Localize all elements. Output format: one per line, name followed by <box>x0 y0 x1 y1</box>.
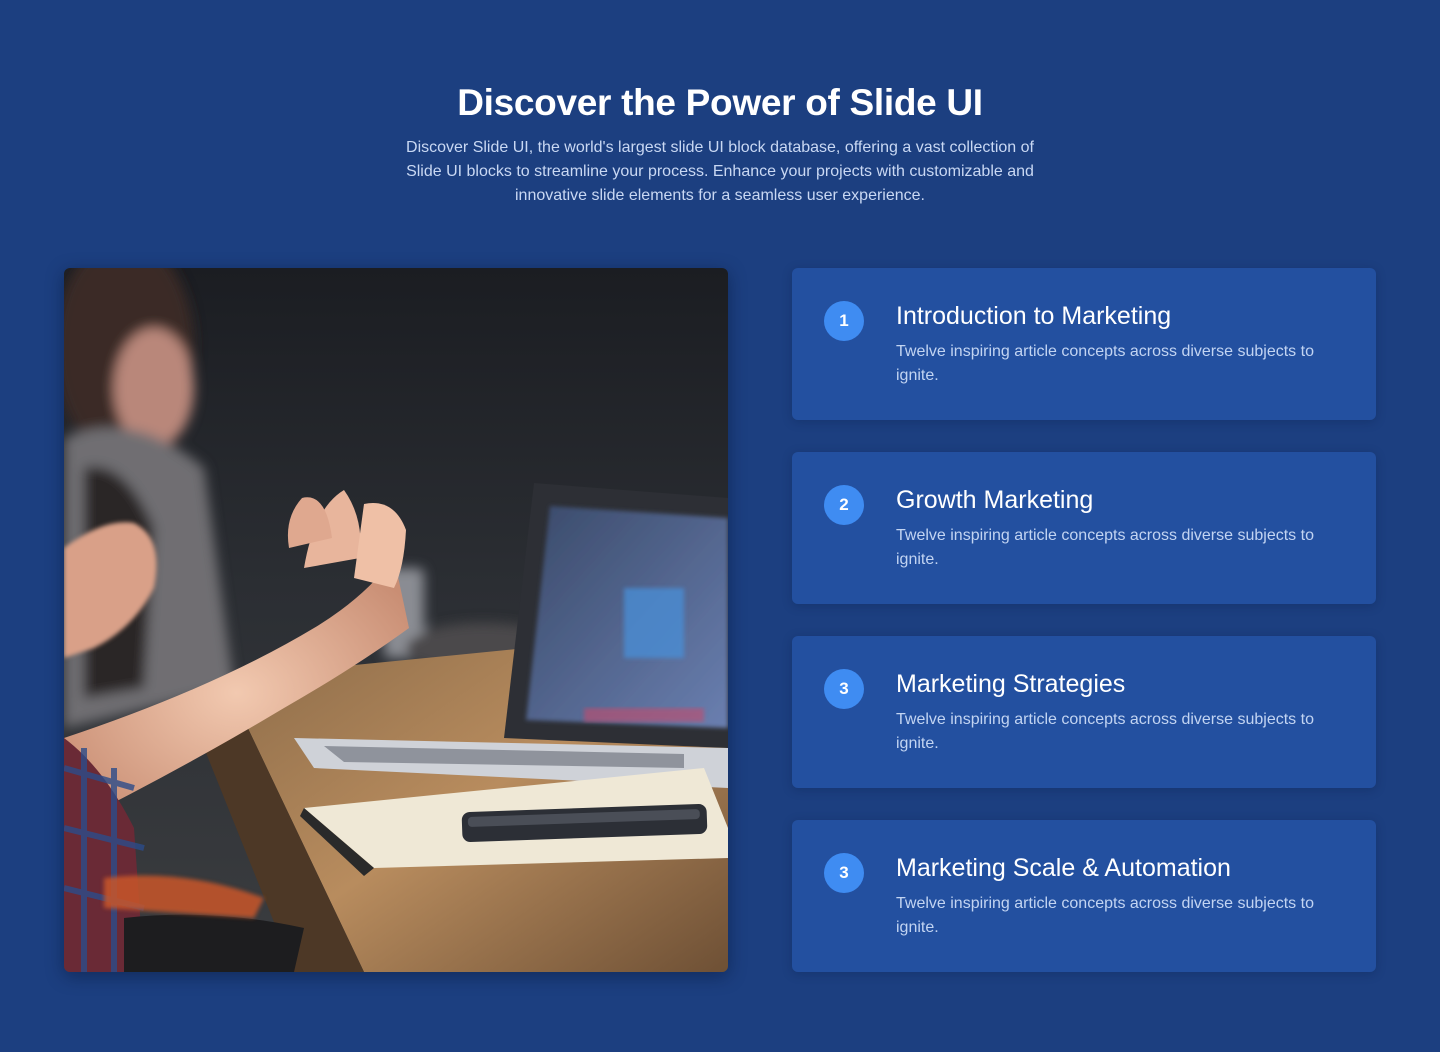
feature-title: Growth Marketing <box>896 486 1094 514</box>
step-number-badge: 2 <box>824 485 864 525</box>
feature-card[interactable]: 1 Introduction to Marketing Twelve inspi… <box>792 268 1376 420</box>
page-title: Discover the Power of Slide UI <box>457 82 983 123</box>
page-description: Discover Slide UI, the world's largest s… <box>406 139 1034 204</box>
meeting-photo-illustration <box>64 268 728 972</box>
meeting-photo <box>64 268 728 972</box>
step-number-badge: 3 <box>824 853 864 893</box>
page: Discover the Power of Slide UI Discover … <box>0 0 1440 1052</box>
feature-title: Introduction to Marketing <box>896 302 1172 330</box>
feature-card[interactable]: 2 Growth Marketing Twelve inspiring arti… <box>792 452 1376 604</box>
feature-description: Twelve inspiring article concepts across… <box>896 711 1314 752</box>
step-number-badge: 3 <box>824 669 864 709</box>
step-number-badge: 1 <box>824 301 864 341</box>
feature-title: Marketing Strategies <box>896 670 1126 698</box>
feature-description: Twelve inspiring article concepts across… <box>896 343 1314 384</box>
hero-section: Discover the Power of Slide UI Discover … <box>0 80 1440 208</box>
feature-card[interactable]: 3 Marketing Scale & Automation Twelve in… <box>792 820 1376 972</box>
feature-card[interactable]: 3 Marketing Strategies Twelve inspiring … <box>792 636 1376 788</box>
feature-list: 1 Introduction to Marketing Twelve inspi… <box>792 268 1376 1004</box>
feature-description: Twelve inspiring article concepts across… <box>896 895 1314 936</box>
feature-title: Marketing Scale & Automation <box>896 854 1231 882</box>
feature-description: Twelve inspiring article concepts across… <box>896 527 1314 568</box>
